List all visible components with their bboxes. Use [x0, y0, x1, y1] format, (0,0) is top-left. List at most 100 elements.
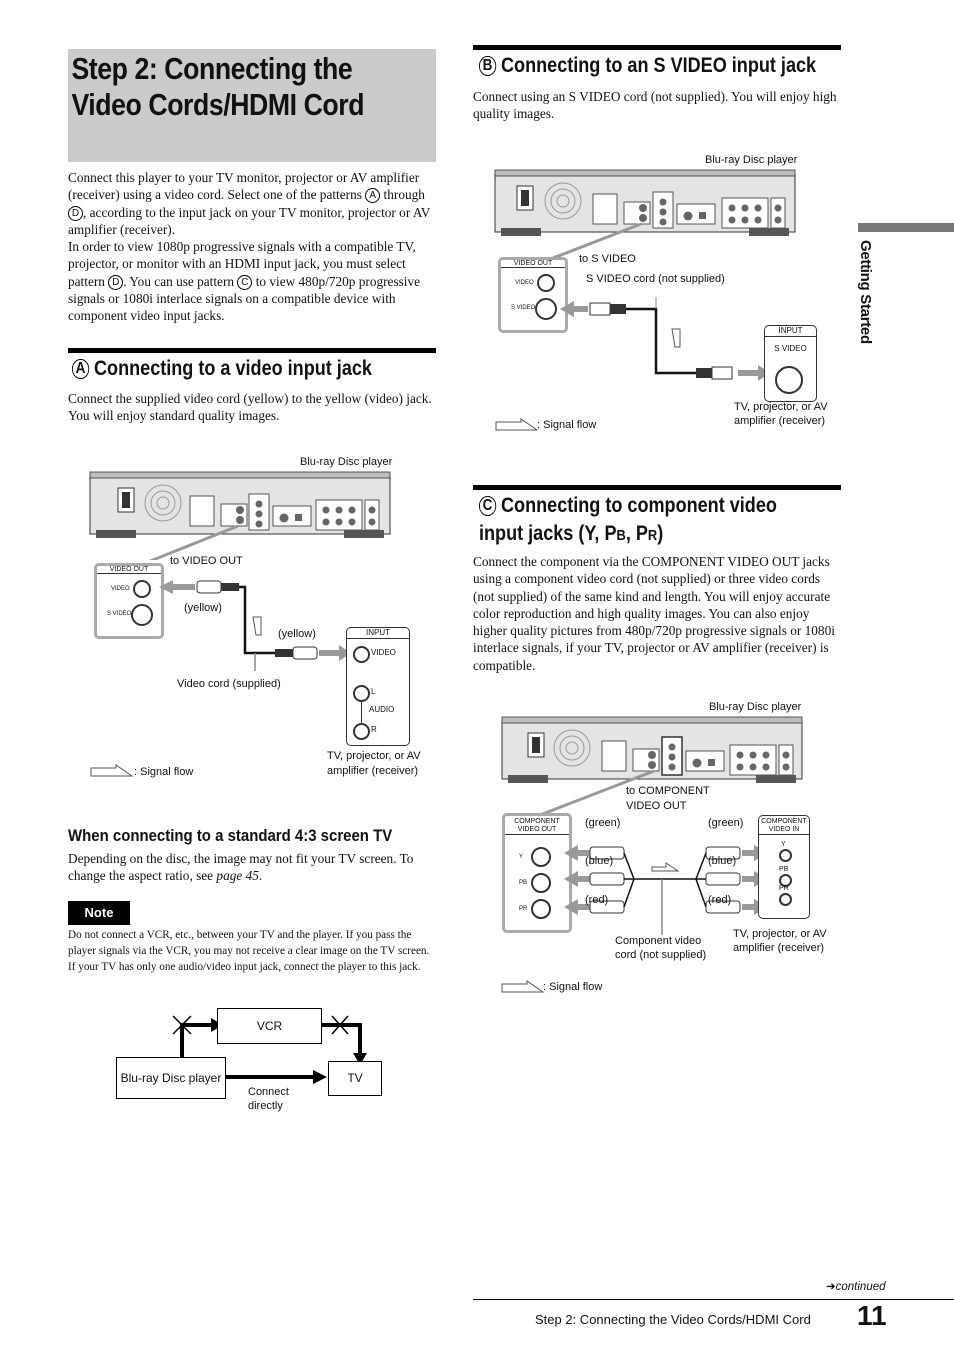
out-jack-pr: [531, 899, 551, 919]
input-jack-r-label: R: [371, 725, 377, 734]
input-panel-title-b: INPUT: [765, 326, 816, 337]
player-label: Blu-ray Disc player: [300, 456, 393, 468]
signal-flow-label-b: : Signal flow: [537, 419, 597, 431]
player-label-b: Blu-ray Disc player: [705, 154, 798, 166]
tv-input-panel-a: INPUT VIDEO L AUDIO R: [346, 627, 410, 746]
component-in-title-2: VIDEO IN: [768, 826, 800, 833]
section-c-rule: [473, 485, 841, 490]
in-jack-pr-label: PR: [779, 885, 789, 892]
pattern-b-icon: B: [479, 56, 496, 77]
component-in-title-1: COMPONENT: [761, 818, 807, 825]
arrow-right-icon: ➜: [826, 1281, 836, 1293]
component-in-title: COMPONENT VIDEO IN: [759, 816, 809, 835]
section-a-body: Connect the supplied video cord (yellow)…: [68, 391, 432, 424]
cord-color-yellow-2: (yellow): [278, 628, 316, 640]
tv-label-c-line-1: TV, projector, or AV: [733, 928, 827, 940]
to-s-video-label: to S VIDEO: [579, 253, 636, 265]
continued-label: continued: [835, 1281, 886, 1293]
video-input-jack: [353, 646, 370, 663]
in-jack-pr: [779, 893, 792, 906]
signal-flow-icon-b: [495, 418, 539, 431]
signal-flow-label-c: : Signal flow: [543, 981, 603, 993]
input-jack-s-video-label: S VIDEO: [774, 344, 807, 353]
section-b-heading: B Connecting to an S VIDEO input jack: [479, 52, 816, 80]
out-jack-pb: [531, 873, 551, 893]
page-title-box: Step 2: Connecting the Video Cords/HDMI …: [68, 49, 436, 162]
jack-label-video: VIDEO: [111, 586, 130, 592]
section-b-body: Connect using an S VIDEO cord (not suppl…: [473, 89, 837, 122]
section-c-body: Connect the component via the COMPONENT …: [473, 554, 835, 673]
video-out-panel-title: VIDEO OUT: [97, 566, 161, 574]
color-green-left: (green): [585, 817, 621, 829]
signal-flow-label: : Signal flow: [134, 766, 194, 778]
heading-close-paren: ): [657, 522, 664, 545]
connect-directly-line-2: directly: [248, 1100, 283, 1112]
section-c-heading: C Connecting to component video input ja…: [479, 492, 777, 550]
section-a-heading-text: Connecting to a video input jack: [94, 357, 372, 380]
running-title: Step 2: Connecting the Video Cords/HDMI …: [535, 1312, 811, 1327]
s-video-jack-b: [535, 298, 557, 320]
pattern-a-icon: A: [365, 188, 381, 204]
section-a-rule: [68, 348, 436, 353]
player-rear-panel-a: [89, 471, 391, 560]
video-cord-label: Video cord (supplied): [177, 678, 281, 690]
tv-input-panel-b: INPUT S VIDEO: [764, 325, 817, 402]
pattern-c-icon: C: [479, 496, 496, 517]
player-label-c: Blu-ray Disc player: [709, 701, 802, 713]
jack-label-video-b: VIDEO: [515, 280, 534, 286]
audio-connector-line: [361, 700, 362, 724]
vcr-box: VCR: [217, 1008, 322, 1044]
pattern-d-icon: D: [68, 205, 83, 221]
component-cord-label-1: Component video: [615, 935, 702, 947]
pattern-d-icon: D: [108, 274, 124, 290]
jack-label-s-video-b: S VIDEO: [511, 305, 536, 311]
player-rear-panel-b: [494, 169, 796, 258]
to-component-label-1: to COMPONENT: [626, 785, 710, 797]
section-b-heading-text: Connecting to an S VIDEO input jack: [501, 54, 817, 77]
tv-label-c-line-2: amplifier (receiver): [733, 942, 825, 954]
section-c-heading-line-2: input jacks (Y, P: [479, 522, 617, 545]
in-jack-y: [779, 849, 792, 862]
jack-label-s-video: S VIDEO: [107, 611, 132, 617]
component-in-panel: COMPONENT VIDEO IN Y PB PR: [758, 815, 810, 919]
subscript-r: R: [647, 527, 658, 544]
pattern-c-icon: C: [237, 274, 253, 290]
out-jack-y-label: Y: [519, 854, 524, 860]
tv-box: TV: [328, 1061, 382, 1096]
section-c-heading-line-1: Connecting to component video: [501, 494, 777, 517]
tv-label-b-line-1: TV, projector, or AV: [734, 401, 828, 413]
video-out-panel-title-b: VIDEO OUT: [501, 260, 565, 268]
to-component-label-2: VIDEO OUT: [626, 800, 687, 812]
s-video-jack: [131, 604, 153, 626]
signal-flow-icon-c: [501, 980, 545, 993]
color-blue-left: (blue): [585, 855, 614, 867]
intro-p1-b: through: [380, 187, 425, 203]
cord-color-yellow-1: (yellow): [184, 602, 222, 614]
section-b-rule: [473, 45, 841, 50]
pattern-a-icon: A: [72, 359, 89, 380]
color-blue-right: (blue): [708, 855, 737, 867]
heading-comma: , P: [625, 522, 648, 545]
component-cord-label-2: cord (not supplied): [615, 949, 707, 961]
player-box: Blu-ray Disc player: [116, 1057, 226, 1099]
intro-p2-b: . You can use pattern: [123, 273, 238, 289]
s-video-cord: [560, 297, 770, 381]
sub-body-end: .: [258, 868, 263, 884]
video-cord-a: [159, 580, 351, 671]
color-red-left: (red): [585, 894, 609, 906]
s-video-input-jack: [775, 366, 803, 394]
section-a-heading: A Connecting to a video input jack: [72, 355, 372, 383]
input-jack-audio-label: AUDIO: [369, 705, 395, 714]
video-jack: [133, 580, 151, 598]
sub-body-4-3: Depending on the disc, the image may not…: [68, 850, 438, 885]
side-tab: Getting Started: [846, 240, 876, 350]
page-title: Step 2: Connecting the Video Cords/HDMI …: [68, 49, 441, 123]
color-green-right: (green): [708, 817, 744, 829]
out-jack-pr-label: PR: [519, 906, 528, 912]
sub-heading-4-3: When connecting to a standard 4:3 screen…: [68, 826, 393, 845]
note-badge: Note: [68, 901, 130, 925]
component-out-title-2: VIDEO OUT: [517, 826, 557, 833]
page-45-link[interactable]: page 45: [216, 868, 258, 883]
out-jack-pb-label: PB: [519, 880, 528, 886]
in-jack-pb-label: PB: [779, 866, 789, 873]
